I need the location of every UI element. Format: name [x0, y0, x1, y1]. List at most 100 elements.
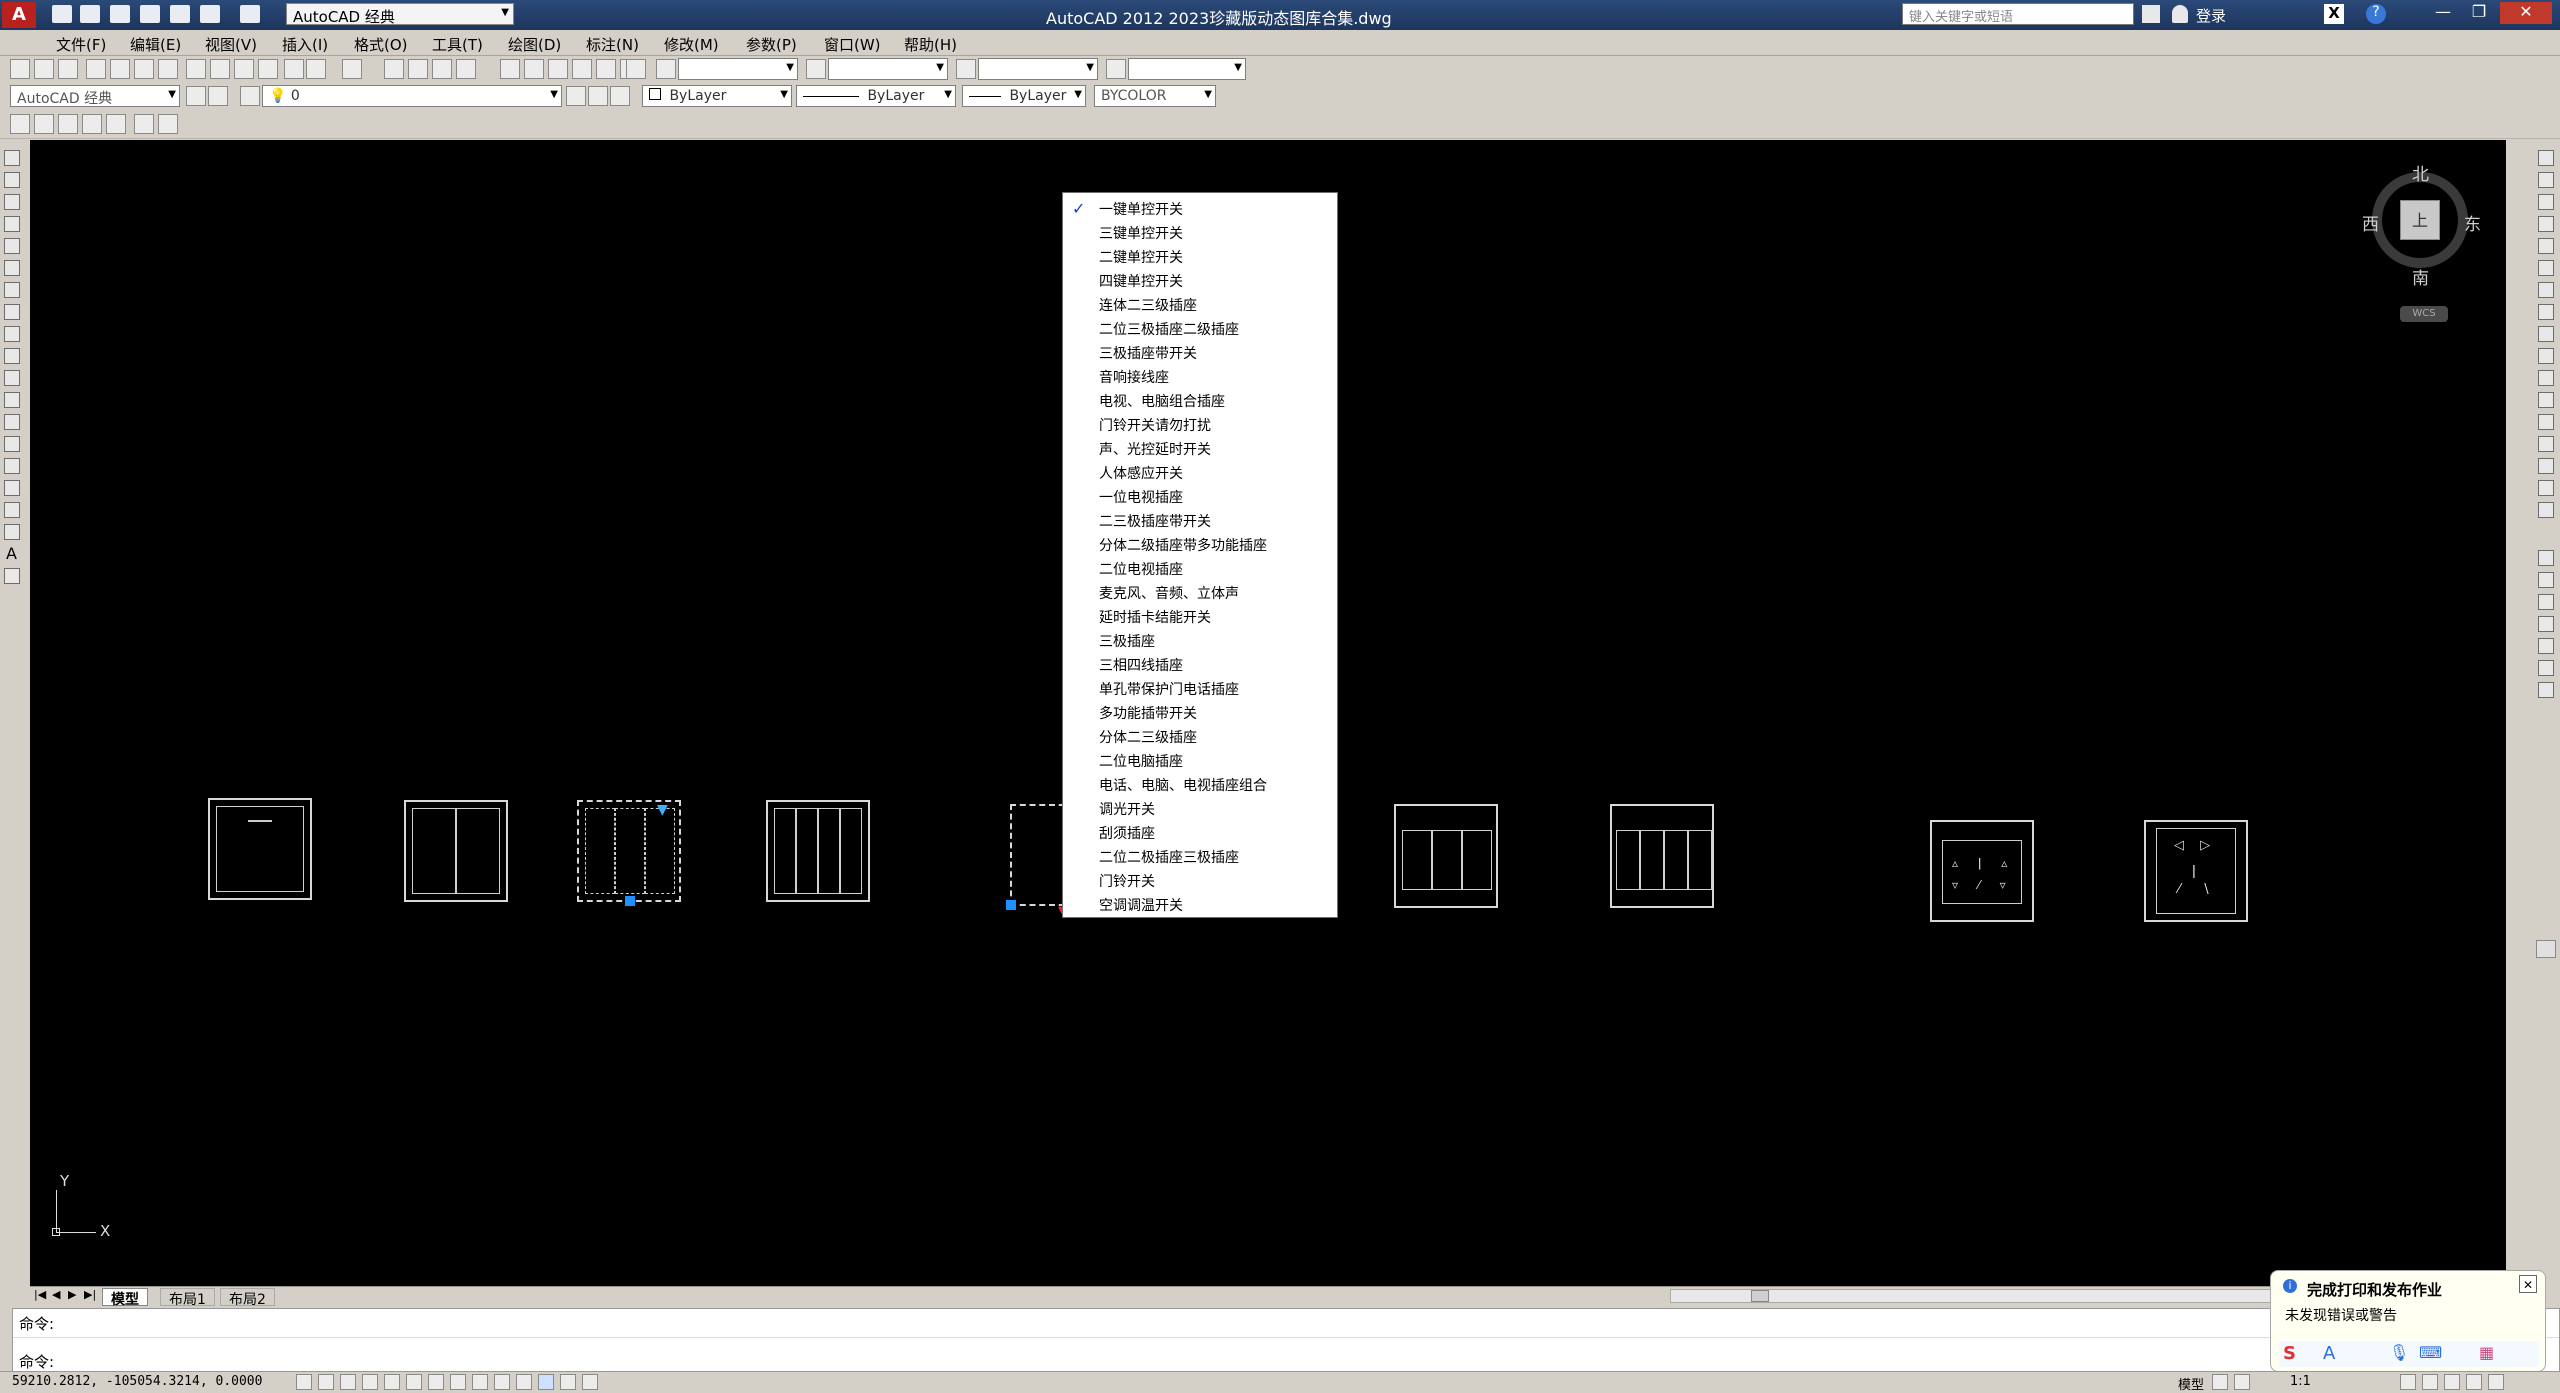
switch-block-4[interactable]	[766, 800, 870, 902]
rectangle-icon[interactable]	[4, 238, 20, 254]
plot-icon[interactable]	[86, 59, 106, 79]
ortho-mode-icon[interactable]	[362, 1374, 378, 1390]
ime-mode-icon[interactable]: A	[2323, 1343, 2335, 1364]
lookup-menu-item[interactable]: 分体二级插座带多功能插座	[1099, 535, 1267, 555]
snap-mode-icon[interactable]	[318, 1374, 334, 1390]
3d-print-icon[interactable]	[158, 59, 178, 79]
tab-layout2[interactable]: 布局2	[220, 1288, 275, 1308]
layer-previous-icon[interactable]	[588, 86, 608, 106]
lookup-menu-item[interactable]: 麦克风、音频、立体声	[1099, 583, 1239, 603]
tab-model[interactable]: 模型	[102, 1288, 148, 1308]
new-file-icon[interactable]	[52, 5, 72, 23]
menu-dimension[interactable]: 标注(N)	[586, 34, 639, 55]
save-as-icon[interactable]	[140, 5, 160, 23]
menu-help[interactable]: 帮助(H)	[904, 34, 957, 55]
compass-north[interactable]: 北	[2412, 160, 2429, 185]
switch-block-6[interactable]	[1394, 804, 1498, 908]
lineweight-icon[interactable]	[516, 1374, 532, 1390]
vertical-scrollbar[interactable]	[2536, 940, 2556, 958]
polar-tracking-icon[interactable]	[384, 1374, 400, 1390]
grip-handle[interactable]	[1006, 900, 1016, 910]
menu-format[interactable]: 格式(O)	[354, 34, 408, 55]
login-link[interactable]: 登录	[2196, 5, 2226, 26]
offset-icon[interactable]	[2538, 216, 2554, 232]
plot-preview-icon[interactable]	[110, 59, 130, 79]
command-prompt[interactable]: 命令:	[19, 1351, 54, 1372]
send-under-icon[interactable]	[2538, 638, 2554, 654]
menu-edit[interactable]: 编辑(E)	[130, 34, 181, 55]
keyboard-icon[interactable]: ⌨	[2419, 1343, 2442, 1362]
make-block-icon[interactable]	[4, 414, 20, 430]
spline-icon[interactable]	[4, 326, 20, 342]
undo-icon[interactable]	[200, 5, 220, 23]
gradient-icon[interactable]	[4, 480, 20, 496]
ducs-icon[interactable]	[472, 1374, 488, 1390]
pan-icon[interactable]	[384, 59, 404, 79]
explode-icon[interactable]	[2538, 502, 2554, 518]
lookup-menu-item[interactable]: 刮须插座	[1099, 823, 1155, 843]
point-icon[interactable]	[4, 436, 20, 452]
zoom-realtime-icon[interactable]	[408, 59, 428, 79]
lookup-menu-item[interactable]: 四键单控开关	[1099, 271, 1183, 291]
quick-view-layouts-icon[interactable]	[2212, 1374, 2228, 1390]
lookup-menu-item[interactable]: 空调调温开关	[1099, 895, 1183, 915]
draworder-icon[interactable]	[2538, 550, 2554, 566]
minimize-button[interactable]: —	[2426, 2, 2460, 24]
first-tab-icon[interactable]: |◀	[34, 1288, 46, 1301]
layer-state-icon[interactable]	[610, 86, 630, 106]
menu-modify[interactable]: 修改(M)	[664, 34, 719, 55]
help-icon[interactable]: ?	[2366, 4, 2386, 24]
revcloud-icon[interactable]	[4, 304, 20, 320]
wcs-menu[interactable]: WCS	[2400, 306, 2448, 322]
region-icon[interactable]	[4, 502, 20, 518]
annotation-scale[interactable]: 1:1	[2290, 1374, 2311, 1389]
tab-layout1[interactable]: 布局1	[160, 1288, 215, 1308]
menu-tools[interactable]: 工具(T)	[432, 34, 483, 55]
qnew-icon[interactable]	[10, 59, 30, 79]
scale-icon[interactable]	[2538, 304, 2554, 320]
lookup-menu-item[interactable]: 三极插座	[1099, 631, 1155, 651]
lookup-menu-item[interactable]: 三键单控开关	[1099, 223, 1183, 243]
block-editor-icon[interactable]	[284, 59, 304, 79]
lock-icon[interactable]	[2422, 1374, 2438, 1390]
clean-screen-icon[interactable]	[2488, 1374, 2504, 1390]
restore-button[interactable]: ❐	[2462, 2, 2496, 24]
menu-insert[interactable]: 插入(I)	[282, 34, 328, 55]
object-snap-icon[interactable]	[406, 1374, 422, 1390]
binoculars-icon[interactable]	[2142, 5, 2160, 23]
paste-icon[interactable]	[234, 59, 254, 79]
grid-display-icon[interactable]	[340, 1374, 356, 1390]
table-style-icon[interactable]	[956, 59, 976, 79]
lookup-menu-item[interactable]: 声、光控延时开关	[1099, 439, 1211, 459]
text-front-icon[interactable]	[2538, 660, 2554, 676]
erase-icon[interactable]	[2538, 150, 2554, 166]
polygon-icon[interactable]	[4, 216, 20, 232]
layer-properties-icon[interactable]	[240, 86, 260, 106]
chamfer-icon[interactable]	[2538, 436, 2554, 452]
fillet-icon[interactable]	[2538, 458, 2554, 474]
lookup-menu-item[interactable]: 二位电脑插座	[1099, 751, 1183, 771]
move-icon[interactable]	[2538, 260, 2554, 276]
open-file-icon[interactable]	[80, 5, 100, 23]
hardware-accel-icon[interactable]	[2444, 1374, 2460, 1390]
lookup-menu-item[interactable]: 一键单控开关	[1099, 199, 1183, 219]
socket-block-1[interactable]: ▵ ǀ ▵ ▿ ⁄ ▿	[1930, 820, 2034, 922]
lookup-menu-item[interactable]: 延时插卡结能开关	[1099, 607, 1211, 627]
undo-icon[interactable]	[306, 59, 326, 79]
join-icon[interactable]	[2538, 414, 2554, 430]
orbit-icon[interactable]	[106, 114, 126, 134]
mtext-icon[interactable]: A	[6, 544, 17, 563]
close-icon[interactable]: ✕	[2519, 1275, 2537, 1293]
save-icon[interactable]	[58, 59, 78, 79]
insert-block-icon[interactable]	[4, 392, 20, 408]
ime-toolbar[interactable]: S A 🎙 ⌨ ▦	[2279, 1341, 2539, 1367]
copy-icon[interactable]	[210, 59, 230, 79]
lookup-menu-item[interactable]: 电话、电脑、电视插座组合	[1099, 775, 1267, 795]
print-icon[interactable]	[170, 5, 190, 23]
user-icon[interactable]	[2172, 5, 2188, 23]
blend-icon[interactable]	[2538, 480, 2554, 496]
workspace-combo[interactable]: AutoCAD 经典 ▼	[286, 3, 514, 26]
lookup-menu-item[interactable]: 二键单控开关	[1099, 247, 1183, 267]
construction-line-icon[interactable]	[4, 172, 20, 188]
menu-draw[interactable]: 绘图(D)	[508, 34, 561, 55]
